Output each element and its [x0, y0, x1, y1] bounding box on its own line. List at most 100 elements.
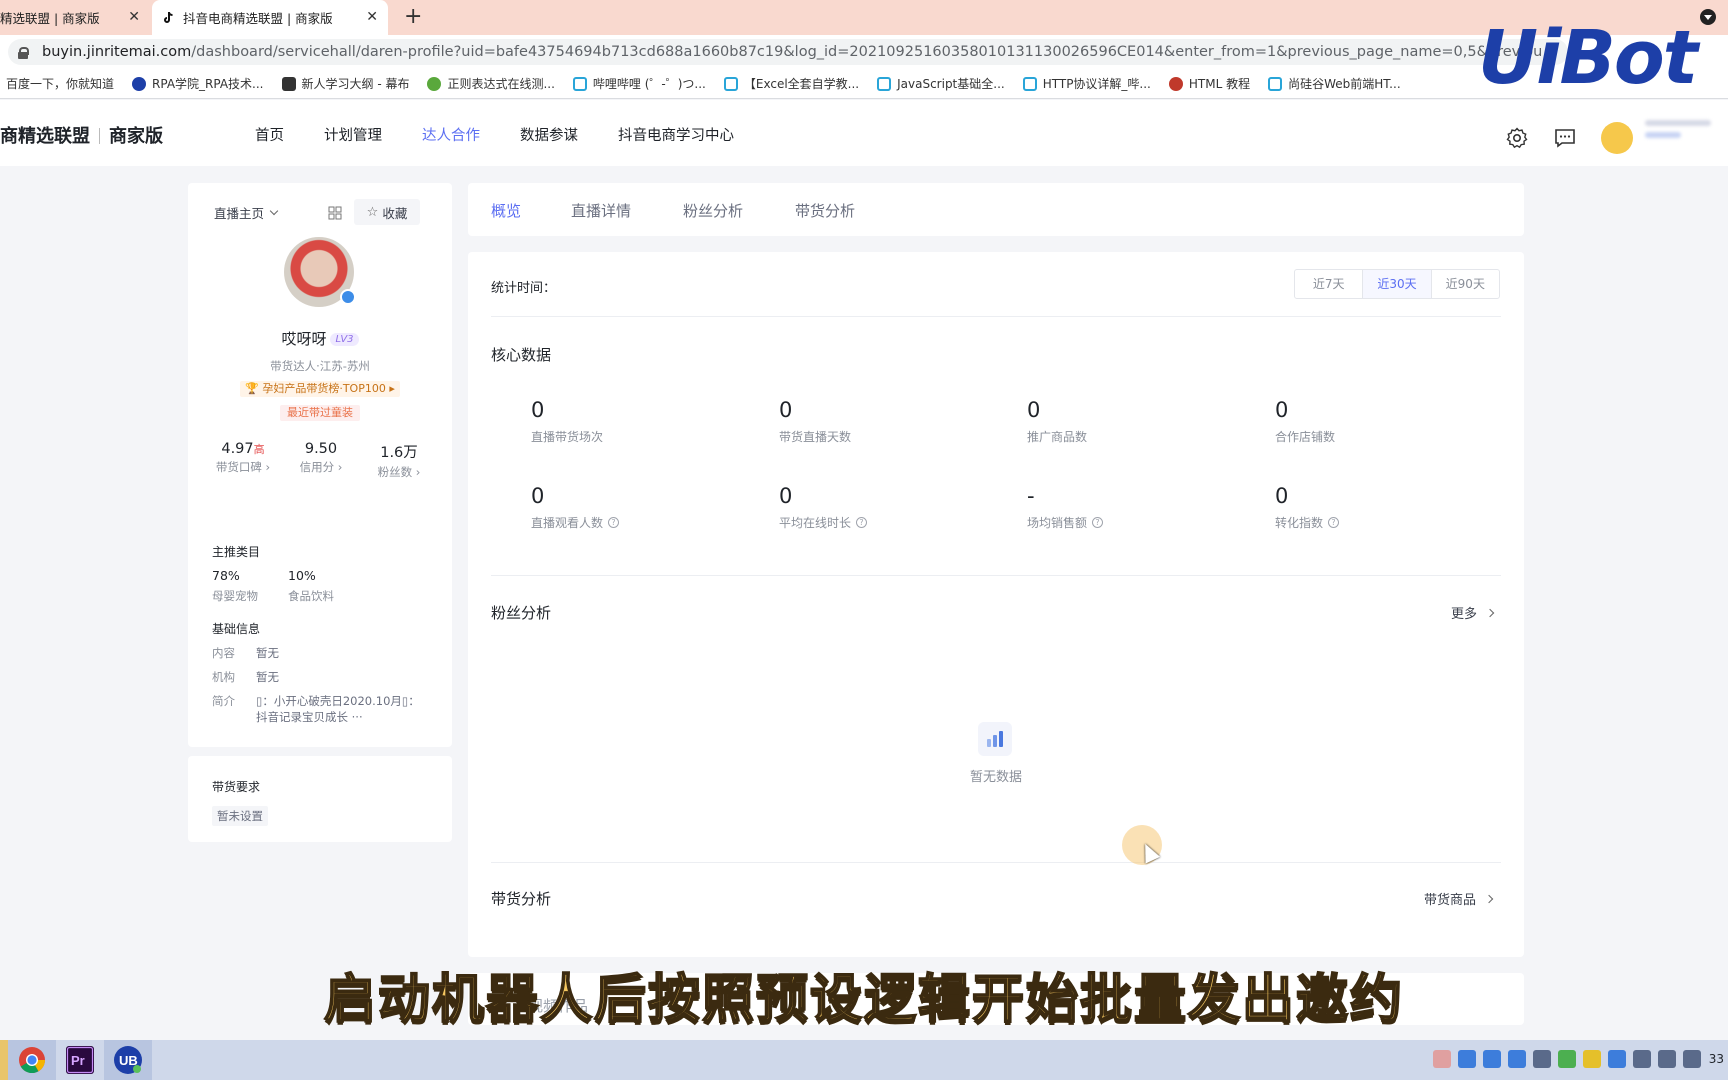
- gear-icon[interactable]: [1505, 126, 1529, 150]
- bookmark-item[interactable]: 尚硅谷Web前端HT...: [1268, 75, 1401, 92]
- tab-title: 精选联盟 | 商家版: [0, 11, 100, 26]
- fans-more-link[interactable]: 更多: [1451, 603, 1495, 622]
- bookmark-icon: [132, 76, 147, 91]
- main-nav: 首页 计划管理 达人合作 数据参谋 抖音电商学习中心: [255, 124, 774, 145]
- nav-home[interactable]: 首页: [255, 124, 284, 145]
- creator-avatar[interactable]: [284, 237, 356, 307]
- tray-app-icon[interactable]: [1457, 1050, 1476, 1068]
- bookmark-item[interactable]: 正则表达式在线测...: [427, 75, 555, 92]
- nav-data[interactable]: 数据参谋: [520, 124, 578, 145]
- tab-live-detail[interactable]: 直播详情: [571, 200, 631, 221]
- grid-icon[interactable]: [324, 203, 346, 223]
- tray-app-icon[interactable]: [1432, 1050, 1451, 1068]
- tray-app-icon[interactable]: [1532, 1050, 1551, 1068]
- help-icon[interactable]: ?: [1328, 517, 1340, 528]
- category-list: 78% 母婴宠物 10% 食品饮料: [212, 568, 364, 604]
- user-avatar[interactable]: [1601, 122, 1633, 154]
- network-icon[interactable]: [1632, 1050, 1651, 1068]
- bookmark-item[interactable]: JavaScript基础全...: [877, 75, 1005, 92]
- star-icon: ☆: [366, 204, 379, 220]
- nav-creators[interactable]: 达人合作: [422, 124, 480, 145]
- user-name-blurred[interactable]: [1645, 120, 1715, 146]
- bookmarks-bar: 百度一下，你就知道 RPA学院_RPA技术... 新人学习大纲 - 幕布 正则表…: [0, 69, 1728, 99]
- help-icon[interactable]: ?: [608, 517, 620, 528]
- url-input[interactable]: buyin.jinritemai.com/dashboard/serviceha…: [8, 39, 1568, 65]
- overview-panel: 统计时间： 近7天 近30天 近90天 核心数据 0 直播带货场次 0 带货直播天数…: [468, 252, 1524, 957]
- bookmark-item[interactable]: HTML 教程: [1168, 75, 1250, 92]
- level-badge: LV3: [330, 333, 359, 346]
- help-icon[interactable]: ?: [856, 517, 868, 528]
- stat-fans[interactable]: 1.6万 粉丝数 ›: [362, 441, 436, 480]
- chevron-right-icon: [1485, 608, 1495, 617]
- tab-sales-analysis[interactable]: 带货分析: [795, 200, 855, 221]
- stat-reputation[interactable]: 4.97高 带货口碑 ›: [206, 441, 280, 480]
- premiere-taskbar-button[interactable]: Pr: [56, 1040, 104, 1080]
- wechat-icon[interactable]: [1557, 1050, 1576, 1068]
- tray-app-icon[interactable]: [1607, 1050, 1626, 1068]
- browser-tab-active[interactable]: 抖音电商精选联盟 | 商家版 ✕: [152, 0, 388, 35]
- sales-products-link[interactable]: 带货商品: [1424, 889, 1494, 908]
- bilibili-icon: [1022, 76, 1037, 91]
- tray-app-icon[interactable]: [1507, 1050, 1526, 1068]
- header-actions: [1505, 122, 1633, 154]
- tab-fans-analysis[interactable]: 粉丝分析: [683, 200, 743, 221]
- tab-close-icon[interactable]: ✕: [366, 8, 378, 26]
- tray-app-icon[interactable]: [1582, 1050, 1601, 1068]
- metric-shops: 0 合作店铺数: [1275, 398, 1336, 444]
- ime-icon[interactable]: [1682, 1050, 1701, 1068]
- browser-tab[interactable]: 精选联盟 | 商家版 ✕: [0, 0, 150, 35]
- info-row-agency: 机构 暂无: [212, 670, 279, 684]
- nav-learning[interactable]: 抖音电商学习中心: [618, 124, 734, 145]
- bookmark-item[interactable]: HTTP协议详解_哔...: [1022, 75, 1151, 92]
- chrome-taskbar-button[interactable]: [8, 1040, 56, 1080]
- bookmark-item[interactable]: 【Excel全套自学教...: [723, 75, 859, 92]
- chevron-down-icon: [269, 206, 279, 215]
- uibot-taskbar-button[interactable]: UB: [104, 1040, 152, 1080]
- metric-conversion: 0 转化指数?: [1275, 484, 1495, 531]
- tray-app-icon[interactable]: [1482, 1050, 1501, 1068]
- stat-credit[interactable]: 9.50 信用分 ›: [284, 441, 358, 480]
- video-subtitle: 启动机器人后按照预设逻辑开始批量发出邀约: [323, 969, 1404, 1031]
- metric-avg-sales: - 场均销售额?: [1027, 484, 1247, 531]
- uibot-icon: UB: [114, 1046, 142, 1074]
- metric-live-sessions: 0 直播带货场次: [531, 398, 604, 444]
- bookmark-item[interactable]: 百度一下，你就知道: [6, 75, 114, 92]
- new-tab-button[interactable]: +: [404, 5, 422, 29]
- requirement-title: 带货要求: [212, 780, 261, 794]
- time-range-selector: 近7天 近30天 近90天: [1294, 269, 1500, 299]
- bookmark-item[interactable]: 哔哩哔哩 (゜-゜)つ...: [572, 75, 706, 92]
- clock[interactable]: 33: [1709, 1052, 1724, 1066]
- live-home-dropdown[interactable]: 直播主页: [214, 203, 279, 222]
- os-taskbar: Pr UB 33: [0, 1040, 1728, 1080]
- favorite-button[interactable]: ☆ 收藏: [354, 199, 420, 225]
- bilibili-icon: [723, 76, 738, 91]
- nav-plan[interactable]: 计划管理: [324, 124, 382, 145]
- explorer-icon[interactable]: [0, 1040, 8, 1080]
- basic-info-title: 基础信息: [212, 622, 261, 636]
- sales-analysis-title: 带货分析: [491, 890, 552, 908]
- bookmark-item[interactable]: RPA学院_RPA技术...: [132, 75, 264, 92]
- app-header: 商精选联盟 商家版 首页 计划管理 达人合作 数据参谋 抖音电商学习中心: [0, 100, 1728, 166]
- range-30d-button[interactable]: 近30天: [1362, 270, 1431, 298]
- message-icon[interactable]: [1553, 126, 1577, 150]
- brand-logo[interactable]: 商精选联盟 商家版: [0, 122, 163, 148]
- category-title: 主推类目: [212, 545, 261, 559]
- bilibili-icon: [572, 76, 587, 91]
- url-text: buyin.jinritemai.com/dashboard/serviceha…: [42, 44, 1542, 60]
- metric-live-days: 0 带货直播天数: [779, 398, 852, 444]
- divider: [491, 575, 1501, 576]
- empty-state-text: 暂无数据: [969, 770, 1022, 785]
- info-row-intro: 简介 ▯：小开心破壳日2020.10月▯：抖音记录宝贝成长 ···: [212, 694, 420, 724]
- creator-role: 带货达人·江苏-苏州: [270, 359, 370, 373]
- rank-badge[interactable]: 🏆 孕妇产品带货榜·TOP100 ▸: [240, 381, 400, 397]
- help-icon[interactable]: ?: [1092, 517, 1104, 528]
- gender-badge-icon: [340, 289, 356, 305]
- bookmark-item[interactable]: 新人学习大纲 - 幕布: [281, 75, 409, 92]
- tab-overview[interactable]: 概览: [491, 200, 521, 221]
- tab-close-icon[interactable]: ✕: [128, 8, 140, 26]
- tab-search-icon[interactable]: [1700, 9, 1716, 25]
- range-7d-button[interactable]: 近7天: [1295, 270, 1362, 298]
- volume-icon[interactable]: [1657, 1050, 1676, 1068]
- range-90d-button[interactable]: 近90天: [1430, 270, 1499, 298]
- stats-time-label: 统计时间：: [491, 281, 557, 296]
